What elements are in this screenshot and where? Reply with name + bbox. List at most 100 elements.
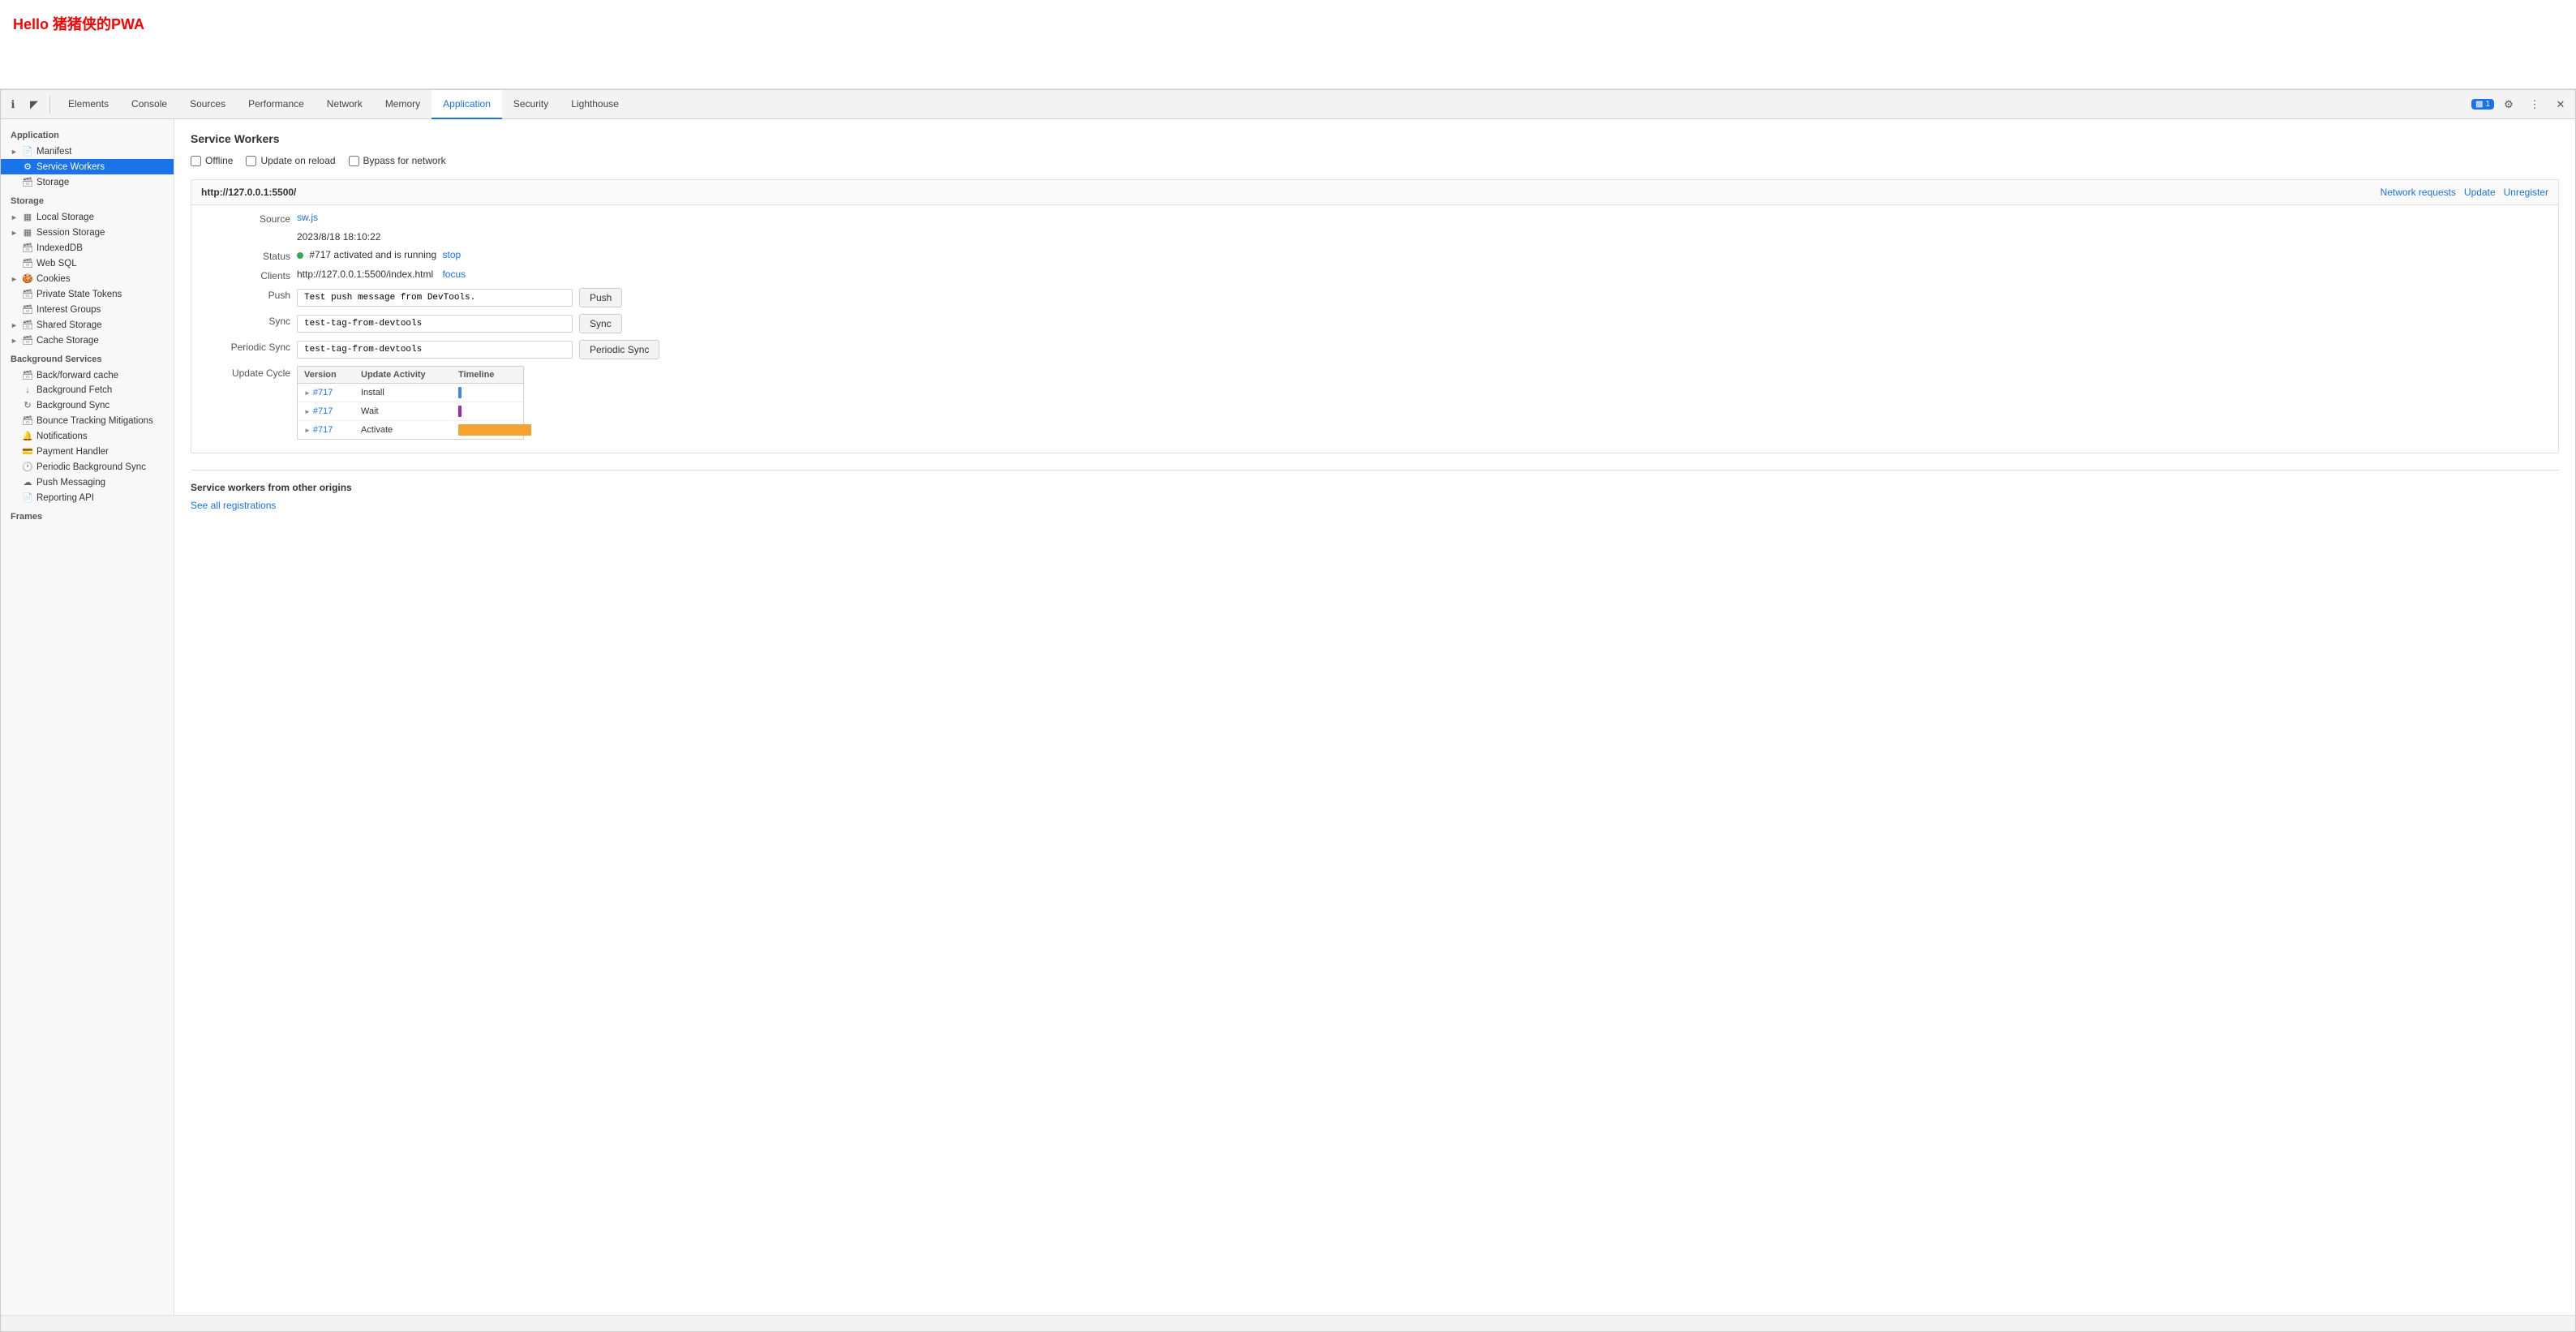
- status-label: Status: [201, 249, 290, 262]
- see-all-registrations-link[interactable]: See all registrations: [191, 500, 276, 511]
- sidebar-item-local-storage[interactable]: ► ▦ Local Storage: [1, 209, 174, 225]
- push-button[interactable]: Push: [579, 288, 622, 307]
- version-717-activate[interactable]: ► #717: [304, 425, 361, 435]
- clients-url: http://127.0.0.1:5500/index.html: [297, 269, 433, 280]
- push-messaging-icon: ☁: [22, 477, 33, 488]
- sidebar-item-storage-main[interactable]: 🗃 Storage: [1, 174, 174, 190]
- version-717-install[interactable]: ► #717: [304, 388, 361, 397]
- sidebar-item-back-forward-cache[interactable]: 🗃 Back/forward cache: [1, 367, 174, 383]
- clients-row: Clients http://127.0.0.1:5500/index.html…: [201, 269, 2548, 281]
- tab-bar-icons: ℹ ◤: [4, 96, 50, 114]
- sidebar-label-interest-groups: Interest Groups: [36, 305, 101, 315]
- sync-button[interactable]: Sync: [579, 314, 622, 333]
- offline-checkbox-label[interactable]: Offline: [191, 155, 233, 166]
- received-value: 2023/8/18 18:10:22: [297, 231, 2548, 243]
- background-fetch-icon: ↓: [22, 385, 33, 395]
- sidebar-label-payment-handler: Payment Handler: [36, 447, 109, 457]
- update-link[interactable]: Update: [2464, 187, 2496, 198]
- status-row: Status #717 activated and is running sto…: [201, 249, 2548, 262]
- main-title: Service Workers: [191, 132, 2559, 145]
- unregister-link[interactable]: Unregister: [2504, 187, 2548, 198]
- background-sync-icon: ↻: [22, 400, 33, 410]
- stop-link[interactable]: stop: [442, 249, 461, 260]
- network-requests-link[interactable]: Network requests: [2381, 187, 2456, 198]
- tab-elements[interactable]: Elements: [57, 90, 120, 119]
- sidebar-item-cache-storage[interactable]: ► 🗃 Cache Storage: [1, 333, 174, 348]
- expand-icon: ►: [11, 213, 19, 221]
- offline-checkbox[interactable]: [191, 156, 201, 166]
- sidebar-item-shared-storage[interactable]: ► 🗃 Shared Storage: [1, 317, 174, 333]
- timeline-install: [458, 387, 531, 398]
- bypass-for-network-label[interactable]: Bypass for network: [349, 155, 446, 166]
- expand-icon: ►: [11, 229, 19, 237]
- sidebar-item-private-state-tokens[interactable]: 🗃 Private State Tokens: [1, 286, 174, 302]
- push-input-row: Push: [297, 288, 2548, 307]
- sidebar-label-reporting-api: Reporting API: [36, 493, 94, 503]
- sidebar-label-private-state-tokens: Private State Tokens: [36, 290, 122, 299]
- sidebar-item-bounce-tracking[interactable]: 🗃 Bounce Tracking Mitigations: [1, 413, 174, 428]
- sidebar-item-service-workers[interactable]: ⚙ Service Workers: [1, 159, 174, 174]
- settings-icon[interactable]: ⚙: [2497, 93, 2520, 116]
- device-icon[interactable]: ◤: [25, 96, 43, 114]
- push-input[interactable]: [297, 289, 573, 307]
- periodic-sync-button[interactable]: Periodic Sync: [579, 340, 659, 359]
- options-row: Offline Update on reload Bypass for netw…: [191, 155, 2559, 166]
- source-value: sw.js: [297, 212, 2548, 223]
- sidebar-label-background-sync: Background Sync: [36, 401, 109, 410]
- col-activity: Update Activity: [361, 370, 458, 380]
- sidebar-item-background-sync[interactable]: ↻ Background Sync: [1, 397, 174, 413]
- notification-badge[interactable]: ▩ 1: [2471, 99, 2494, 110]
- tab-sources[interactable]: Sources: [178, 90, 237, 119]
- focus-link[interactable]: focus: [442, 269, 466, 280]
- tab-security[interactable]: Security: [502, 90, 560, 119]
- sidebar-item-payment-handler[interactable]: 💳 Payment Handler: [1, 444, 174, 459]
- sidebar-label-service-workers: Service Workers: [36, 162, 105, 172]
- more-options-icon[interactable]: ⋮: [2523, 93, 2546, 116]
- cookies-icon: 🍪: [22, 273, 33, 284]
- close-icon[interactable]: ✕: [2549, 93, 2572, 116]
- tab-memory[interactable]: Memory: [374, 90, 431, 119]
- payment-handler-icon: 💳: [22, 446, 33, 457]
- sidebar-item-push-messaging[interactable]: ☁ Push Messaging: [1, 475, 174, 490]
- sidebar-item-interest-groups[interactable]: 🗃 Interest Groups: [1, 302, 174, 317]
- sync-input[interactable]: [297, 315, 573, 333]
- push-label: Push: [201, 288, 290, 301]
- interest-groups-icon: 🗃: [22, 304, 33, 315]
- sidebar-item-cookies[interactable]: ► 🍪 Cookies: [1, 271, 174, 286]
- tab-application[interactable]: Application: [431, 90, 502, 119]
- worker-actions: Network requests Update Unregister: [2381, 187, 2548, 198]
- sidebar-item-background-fetch[interactable]: ↓ Background Fetch: [1, 383, 174, 397]
- sidebar-item-notifications[interactable]: 🔔 Notifications: [1, 428, 174, 444]
- page-area: Hello 猪猪侠的PWA: [0, 0, 2576, 89]
- sidebar-item-periodic-bg-sync[interactable]: 🕐 Periodic Background Sync: [1, 459, 174, 475]
- tab-network[interactable]: Network: [316, 90, 374, 119]
- sidebar-item-indexeddb[interactable]: 🗃 IndexedDB: [1, 240, 174, 256]
- bypass-for-network-checkbox[interactable]: [349, 156, 359, 166]
- timeline-bar-purple: [458, 406, 462, 417]
- update-cycle-row-1: ► #717 Install: [298, 384, 523, 402]
- tab-lighthouse[interactable]: Lighthouse: [560, 90, 630, 119]
- sync-row: Sync Sync: [201, 314, 2548, 333]
- update-cycle-row-2: ► #717 Wait: [298, 402, 523, 421]
- clients-value: http://127.0.0.1:5500/index.html focus: [297, 269, 2548, 280]
- version-717-wait[interactable]: ► #717: [304, 406, 361, 416]
- worker-url: http://127.0.0.1:5500/: [201, 187, 296, 198]
- sidebar-section-bg: Background Services: [1, 348, 174, 367]
- update-on-reload-text: Update on reload: [260, 155, 335, 166]
- sidebar-item-manifest[interactable]: ► 📄 Manifest: [1, 144, 174, 159]
- tab-performance[interactable]: Performance: [237, 90, 316, 119]
- sidebar-item-session-storage[interactable]: ► ▦ Session Storage: [1, 225, 174, 240]
- source-link[interactable]: sw.js: [297, 212, 318, 223]
- expand-icon: ►: [11, 275, 19, 283]
- tab-bar: ℹ ◤ Elements Console Sources Performance…: [1, 90, 2575, 119]
- sidebar-item-web-sql[interactable]: 🗃 Web SQL: [1, 256, 174, 271]
- received-label: [201, 231, 290, 233]
- periodic-sync-input[interactable]: [297, 341, 573, 359]
- expand-icon: ►: [11, 148, 19, 156]
- sidebar-item-reporting-api[interactable]: 📄 Reporting API: [1, 490, 174, 505]
- inspect-icon[interactable]: ℹ: [4, 96, 22, 114]
- periodic-bg-sync-icon: 🕐: [22, 462, 33, 472]
- update-on-reload-label[interactable]: Update on reload: [246, 155, 335, 166]
- update-on-reload-checkbox[interactable]: [246, 156, 256, 166]
- tab-console[interactable]: Console: [120, 90, 178, 119]
